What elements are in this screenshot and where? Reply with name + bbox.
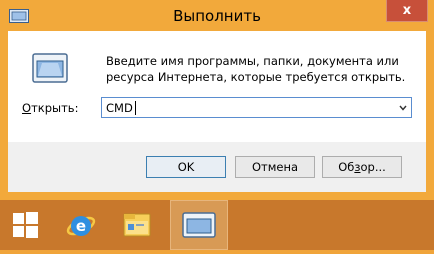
text-caret	[135, 101, 136, 115]
cancel-button[interactable]: Отмена	[235, 156, 315, 178]
svg-text:e: e	[76, 217, 86, 235]
close-button[interactable]: x	[386, 0, 428, 22]
chevron-down-icon[interactable]	[399, 104, 407, 112]
open-label: Открыть:	[22, 101, 78, 115]
file-explorer-icon	[123, 213, 151, 237]
open-label-accesskey: О	[22, 101, 32, 115]
run-icon	[182, 212, 216, 238]
window-title: Выполнить	[173, 7, 261, 25]
taskbar-file-explorer[interactable]	[112, 200, 162, 250]
browse-button[interactable]: Обзор...	[322, 156, 402, 178]
dialog-description: Введите имя программы, папки, документа …	[106, 54, 406, 84]
start-icon	[13, 212, 38, 238]
open-input[interactable]: CMD	[106, 101, 133, 115]
open-label-text: ткрыть:	[31, 101, 79, 115]
run-dialog: Выполнить x Введите имя программы, папки…	[0, 0, 434, 200]
run-dialog-icon	[32, 53, 68, 83]
close-icon: x	[402, 3, 412, 18]
taskbar-run[interactable]	[170, 200, 228, 250]
internet-explorer-icon: e	[66, 216, 96, 236]
open-combobox[interactable]: CMD	[101, 97, 412, 118]
start-button[interactable]	[0, 200, 50, 250]
dialog-client-area: Введите имя программы, папки, документа …	[8, 31, 426, 192]
ok-button[interactable]: OK	[146, 156, 226, 178]
content-panel: Введите имя программы, папки, документа …	[8, 31, 426, 142]
taskbar-internet-explorer[interactable]: e	[56, 200, 106, 250]
browse-label-suffix: ор...	[360, 160, 386, 174]
browse-label-prefix: Об	[338, 160, 355, 174]
title-bar[interactable]: Выполнить x	[0, 0, 434, 32]
taskbar: e	[0, 200, 434, 250]
